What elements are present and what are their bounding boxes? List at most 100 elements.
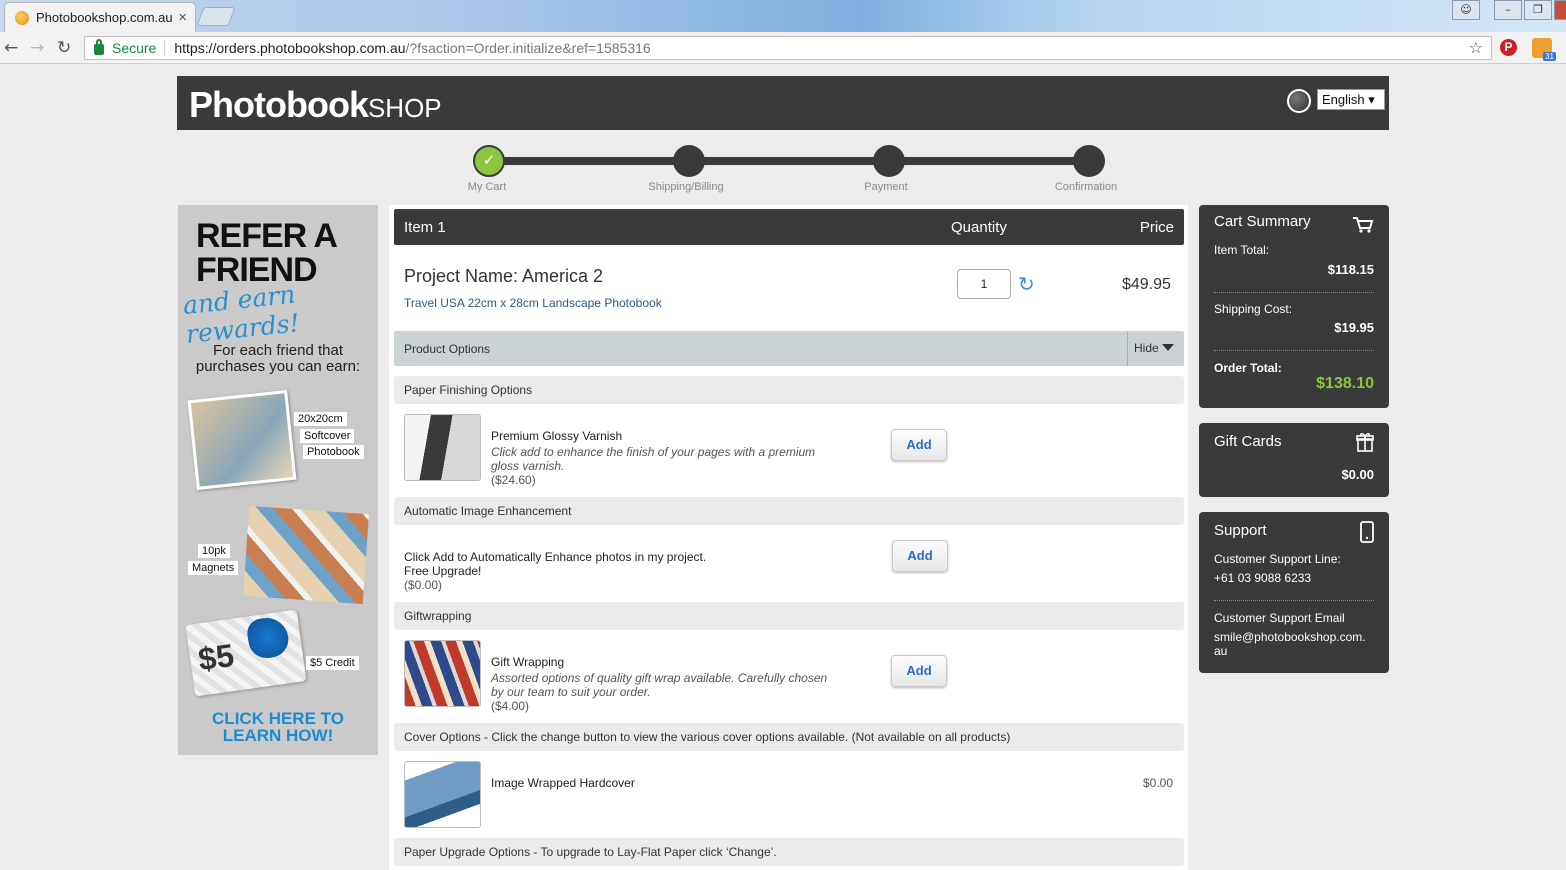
col-quantity: Quantity <box>951 219 1007 236</box>
gift-cards-card[interactable]: Gift Cards $0.00 <box>1199 423 1389 497</box>
url-path: /?fsaction=Order.initialize&ref=1585316 <box>405 40 651 56</box>
divider <box>1214 292 1374 293</box>
new-tab-button[interactable] <box>196 7 236 26</box>
calendar-extension-icon[interactable]: 31 <box>1532 38 1556 61</box>
site-favicon-icon <box>15 10 29 25</box>
credit-card-image: $5 <box>185 609 307 697</box>
hardcover-thumbnail <box>404 761 481 828</box>
refer-a-friend-banner[interactable]: REFER A FRIEND and earn rewards! For each… <box>178 205 378 755</box>
bookmark-star-icon[interactable]: ☆ <box>1469 38 1483 58</box>
browser-tab-bar: Photobookshop.com.au × ☺ – ❐ ✕ <box>0 0 1566 32</box>
item-total-value: $118.15 <box>1327 262 1374 277</box>
address-bar[interactable]: Secure https://orders.photobookshop.com.… <box>84 36 1492 60</box>
gift-icon <box>1356 433 1374 452</box>
step-label-payment: Payment <box>864 181 908 193</box>
caret-down-icon <box>1161 344 1174 351</box>
section-cover-options: Cover Options - Click the change button … <box>394 723 1184 751</box>
section-giftwrapping: Giftwrapping <box>394 602 1184 630</box>
item-total-label: Item Total: <box>1214 243 1270 257</box>
url-host: https://orders.photobookshop.com.au <box>174 40 406 56</box>
product-options-bar: Product Options Hide <box>394 331 1184 366</box>
cover-name: Image Wrapped Hardcover <box>491 776 635 790</box>
restore-icon[interactable]: ❐ <box>1524 0 1552 20</box>
project-name: Project Name: America 2 <box>404 266 604 286</box>
enhance-price: ($0.00) <box>404 578 443 592</box>
giftwrap-price: ($4.00) <box>491 699 530 713</box>
order-total-label: Order Total: <box>1214 361 1282 375</box>
add-giftwrap-button[interactable]: Add <box>891 655 947 687</box>
cover-price: $0.00 <box>1143 776 1174 790</box>
step-dot-payment <box>873 145 905 177</box>
add-varnish-button[interactable]: Add <box>891 429 947 461</box>
section-auto-enhance: Automatic Image Enhancement <box>394 497 1184 525</box>
giftwrap-thumbnail <box>404 640 481 707</box>
varnish-price: ($24.60) <box>491 473 536 487</box>
support-email-label: Customer Support Email <box>1214 611 1345 625</box>
col-price: Price <box>1139 219 1174 236</box>
step-dot-confirmation <box>1073 145 1105 177</box>
browser-toolbar: ← → ↻ Secure https://orders.photobooksho… <box>0 32 1566 64</box>
tag-magnets: Magnets <box>188 561 239 575</box>
tab-title: Photobookshop.com.au <box>36 10 173 25</box>
varnish-name: Premium Glossy Varnish <box>491 429 623 443</box>
order-total-value: $138.10 <box>1316 375 1374 392</box>
pinterest-icon[interactable]: P <box>1500 39 1517 56</box>
tag-cover: Softcover <box>300 429 355 443</box>
shipping-value: $19.95 <box>1334 320 1374 335</box>
varnish-thumbnail <box>404 414 481 481</box>
shipping-label: Shipping Cost: <box>1214 302 1293 316</box>
quantity-input[interactable]: 1 <box>957 269 1011 299</box>
support-line-label: Customer Support Line: <box>1214 552 1341 566</box>
update-quantity-icon[interactable]: ↻ <box>1018 272 1035 296</box>
enhance-note: Free Upgrade! <box>404 564 482 578</box>
progress-line <box>489 157 1089 165</box>
site-header: PhotobookSHOP English ▾ <box>177 76 1389 130</box>
support-card: Support Customer Support Line: +61 03 90… <box>1199 512 1389 673</box>
step-label-cart: My Cart <box>467 181 507 193</box>
language-select[interactable]: English ▾ <box>1317 89 1385 110</box>
support-email[interactable]: smile@photobookshop.com. au <box>1214 630 1366 658</box>
browser-tab[interactable]: Photobookshop.com.au × <box>4 2 196 32</box>
tag-photobook: Photobook <box>303 445 364 459</box>
globe-icon <box>1287 89 1311 113</box>
section-paper-finishing: Paper Finishing Options <box>394 376 1184 404</box>
col-item: Item 1 <box>404 219 446 236</box>
section-paper-upgrade: Paper Upgrade Options - To upgrade to La… <box>394 838 1184 866</box>
step-check-icon: ✓ <box>473 145 505 177</box>
step-label-shipping: Shipping/Billing <box>648 181 724 193</box>
add-enhance-button[interactable]: Add <box>892 540 948 572</box>
magnets-image <box>243 505 369 605</box>
step-label-confirmation: Confirmation <box>1054 181 1118 193</box>
reload-icon[interactable]: ↻ <box>57 38 71 58</box>
forward-arrow-icon[interactable]: → <box>30 38 44 58</box>
learn-how-link[interactable]: CLICK HERE TO LEARN HOW! <box>178 710 378 744</box>
mobile-phone-icon <box>1360 521 1374 543</box>
support-phone[interactable]: +61 03 9088 6233 <box>1214 571 1311 585</box>
site-logo[interactable]: PhotobookSHOP <box>189 84 442 126</box>
support-title: Support <box>1214 522 1267 539</box>
giftwrap-name: Gift Wrapping <box>491 655 565 669</box>
varnish-description: Click add to enhance the finish of your … <box>491 445 816 473</box>
hide-options-toggle[interactable]: Hide <box>1127 331 1184 366</box>
project-description[interactable]: Travel USA 22cm x 28cm Landscape Photobo… <box>404 296 662 310</box>
enhance-name: Click Add to Automatically Enhance photo… <box>404 550 707 564</box>
photobook-image <box>187 390 297 490</box>
window-close-icon[interactable]: ✕ <box>1554 0 1566 20</box>
gift-bow-icon <box>245 615 291 661</box>
minimize-icon[interactable]: – <box>1494 0 1522 20</box>
checkout-progress: ✓ My Cart Shipping/Billing Payment Confi… <box>462 145 1122 197</box>
gift-cards-title: Gift Cards <box>1214 433 1282 450</box>
lock-icon <box>94 38 104 55</box>
cart-summary-title: Cart Summary <box>1214 213 1311 230</box>
step-dot-shipping <box>673 145 705 177</box>
item-price: $49.95 <box>1122 276 1171 293</box>
tag-10pk: 10pk <box>198 544 230 558</box>
close-tab-icon[interactable]: × <box>178 9 187 26</box>
tag-credit: $5 Credit <box>306 656 359 670</box>
back-arrow-icon[interactable]: ← <box>4 38 18 58</box>
user-profile-icon[interactable]: ☺ <box>1452 0 1480 20</box>
cart-summary-card: Cart Summary Item Total: $118.15 Shippin… <box>1199 205 1389 408</box>
divider <box>1214 350 1374 351</box>
gift-card-value: $0.00 <box>1341 467 1374 482</box>
cart-panel: Item 1 Quantity Price Project Name: Amer… <box>389 205 1188 870</box>
